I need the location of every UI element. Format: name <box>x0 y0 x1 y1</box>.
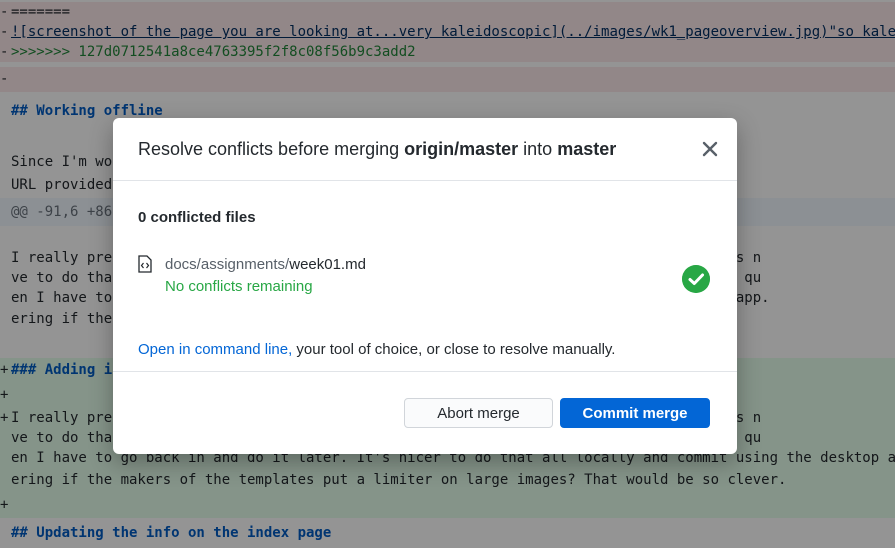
file-status: No conflicts remaining <box>165 278 313 295</box>
file-dir: docs/assignments/ <box>165 256 290 273</box>
instructions-text: your tool of choice, or close to resolve… <box>292 341 616 358</box>
resolve-instructions: Open in command line, your tool of choic… <box>138 340 615 360</box>
code-file-icon <box>138 255 152 273</box>
check-circle-icon <box>682 265 710 293</box>
file-path: docs/assignments/week01.md <box>165 255 366 275</box>
conflicted-files-count: 0 conflicted files <box>138 209 256 226</box>
dialog-title: Resolve conflicts before merging origin/… <box>138 138 616 160</box>
source-branch: origin/master <box>404 139 519 159</box>
target-branch: master <box>557 139 617 159</box>
file-name: week01.md <box>289 256 366 273</box>
resolve-conflicts-dialog: Resolve conflicts before merging origin/… <box>113 118 737 454</box>
dialog-header: Resolve conflicts before merging origin/… <box>113 118 737 181</box>
close-icon[interactable] <box>698 137 722 161</box>
title-prefix: Resolve conflicts before merging <box>138 139 405 159</box>
commit-merge-button[interactable]: Commit merge <box>560 398 710 428</box>
abort-merge-button[interactable]: Abort merge <box>404 398 553 428</box>
open-command-line-link[interactable]: Open in command line, <box>138 341 292 358</box>
title-mid: into <box>518 139 558 159</box>
footer-divider <box>113 371 737 372</box>
